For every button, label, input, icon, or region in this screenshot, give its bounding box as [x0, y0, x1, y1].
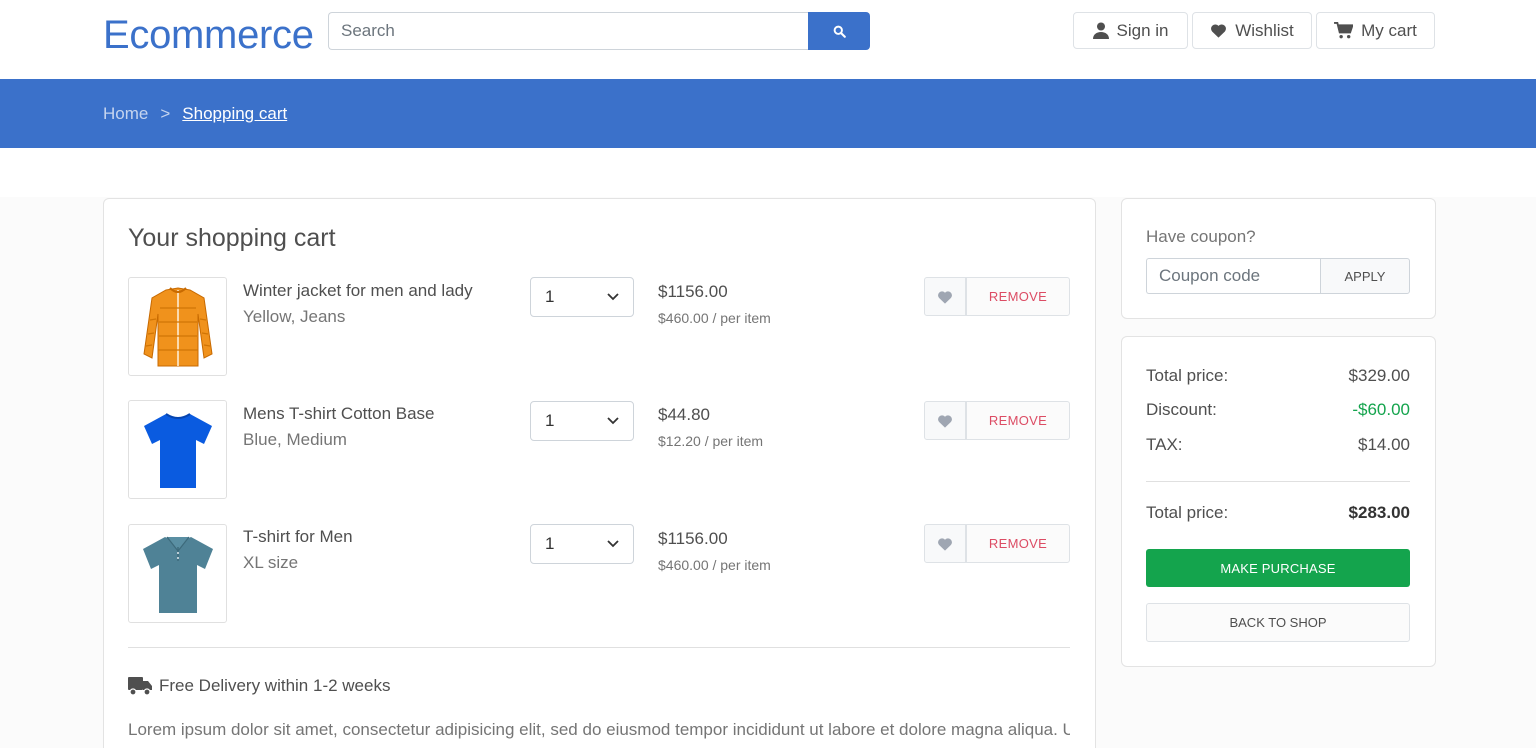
tshirt-image	[143, 412, 212, 488]
wishlist-label: Wishlist	[1235, 20, 1294, 40]
cart-item-name[interactable]: Winter jacket for men and lady Yellow, J…	[243, 278, 473, 330]
summary-grand-label: Total price:	[1146, 503, 1229, 522]
cart-item-price: $1156.00	[658, 529, 728, 548]
cart-item-unit-price: $460.00 / per item	[658, 310, 771, 326]
apply-coupon-button[interactable]: APPLY	[1320, 258, 1410, 294]
heart-icon	[938, 290, 952, 304]
quantity-value: 1	[545, 287, 555, 306]
header: Ecommerce Sign in Wishlist My cart	[0, 0, 1536, 79]
remove-button[interactable]: REMOVE	[966, 401, 1070, 440]
add-to-wishlist-button[interactable]	[924, 524, 966, 563]
cart-item-variant: XL size	[243, 553, 299, 572]
cart-item-unit-price: $460.00 / per item	[658, 557, 771, 573]
cart-divider	[128, 647, 1070, 648]
chevron-down-icon	[607, 293, 619, 301]
search-icon	[833, 25, 846, 38]
breadcrumb-current[interactable]: Shopping cart	[182, 104, 287, 124]
polo-image	[142, 536, 213, 613]
add-to-wishlist-button[interactable]	[924, 401, 966, 440]
cart-item-image[interactable]	[128, 277, 227, 376]
quantity-value: 1	[545, 411, 555, 430]
quantity-select[interactable]: 1	[530, 401, 634, 441]
wishlist-button[interactable]: Wishlist	[1192, 12, 1312, 49]
remove-button[interactable]: REMOVE	[966, 524, 1070, 563]
quantity-select[interactable]: 1	[530, 277, 634, 317]
cart-title: Your shopping cart	[128, 224, 336, 252]
cart-item-image[interactable]	[128, 400, 227, 499]
cart-item-name[interactable]: Mens T-shirt Cotton Base Blue, Medium	[243, 401, 473, 453]
summary-discount-row: Discount: -$60.00	[1146, 400, 1410, 420]
cart-item-variant: Yellow, Jeans	[243, 307, 346, 326]
chevron-down-icon	[607, 540, 619, 548]
heart-icon	[1211, 24, 1227, 38]
summary-tax-value: $14.00	[1358, 435, 1410, 454]
quantity-select[interactable]: 1	[530, 524, 634, 564]
cart-item-name[interactable]: T-shirt for Men XL size	[243, 524, 473, 576]
my-cart-button[interactable]: My cart	[1316, 12, 1435, 49]
back-to-shop-button[interactable]: BACK TO SHOP	[1146, 603, 1410, 642]
remove-button[interactable]: REMOVE	[966, 277, 1070, 316]
add-to-wishlist-button[interactable]	[924, 277, 966, 316]
jacket-image	[142, 286, 213, 366]
search-button[interactable]	[808, 12, 870, 50]
user-icon	[1092, 22, 1109, 39]
quantity-value: 1	[545, 534, 555, 553]
truck-icon	[128, 677, 152, 696]
cart-item-variant: Blue, Medium	[243, 430, 347, 449]
chevron-down-icon	[607, 417, 619, 425]
summary-total-label: Total price:	[1146, 366, 1229, 385]
summary-discount-label: Discount:	[1146, 400, 1217, 419]
heart-icon	[938, 537, 952, 551]
make-purchase-button[interactable]: MAKE PURCHASE	[1146, 549, 1410, 587]
summary-tax-label: TAX:	[1146, 435, 1183, 454]
coupon-input[interactable]	[1146, 258, 1321, 294]
sign-in-label: Sign in	[1116, 20, 1169, 40]
search-input[interactable]	[328, 12, 808, 50]
cart-item-unit-price: $12.20 / per item	[658, 433, 764, 449]
breadcrumb-home[interactable]: Home	[103, 104, 148, 124]
cart-icon	[1334, 22, 1354, 39]
coupon-label: Have coupon?	[1146, 227, 1256, 246]
delivery-text: Free Delivery within 1-2 weeks	[159, 676, 391, 695]
cart-description: Lorem ipsum dolor sit amet, consectetur …	[128, 720, 1070, 739]
heart-icon	[938, 414, 952, 428]
sign-in-button[interactable]: Sign in	[1073, 12, 1188, 49]
my-cart-label: My cart	[1361, 20, 1417, 40]
summary-divider	[1146, 481, 1410, 482]
summary-tax-row: TAX: $14.00	[1146, 435, 1410, 455]
delivery-info: Free Delivery within 1-2 weeks	[128, 676, 390, 696]
search-bar	[328, 12, 870, 50]
summary-grand-value: $283.00	[1348, 503, 1410, 522]
cart-item-price: $44.80	[658, 405, 710, 424]
cart-item-price: $1156.00	[658, 282, 728, 301]
summary-total-row: Total price: $329.00	[1146, 366, 1410, 386]
breadcrumb: Home > Shopping cart	[103, 104, 287, 124]
summary-grand-row: Total price: $283.00	[1146, 503, 1410, 523]
breadcrumb-separator: >	[160, 104, 171, 123]
summary-discount-value: -$60.00	[1352, 400, 1410, 419]
cart-item-image[interactable]	[128, 524, 227, 623]
summary-total-value: $329.00	[1348, 366, 1410, 385]
brand-logo[interactable]: Ecommerce	[103, 13, 314, 58]
